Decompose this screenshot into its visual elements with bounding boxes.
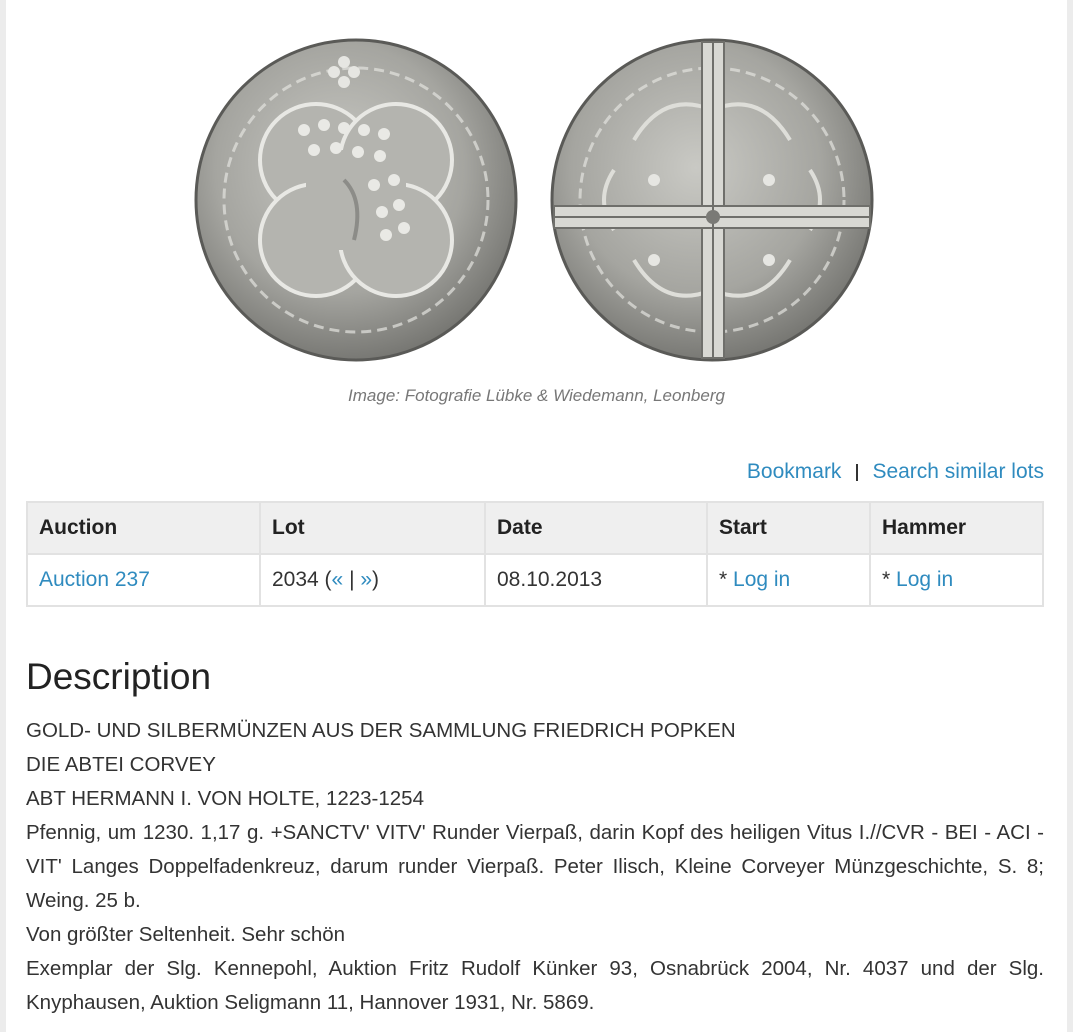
action-divider [856,463,859,481]
hammer-cell: * Log in [869,553,1044,607]
column-header-auction: Auction [26,501,261,555]
coin-obverse [194,38,518,362]
hammer-asterisk: * [882,568,897,591]
coin-reverse [550,38,874,362]
lot-actions: Bookmark Search similar lots [747,460,1044,484]
lot-nav-close: ) [372,568,380,591]
coin-image[interactable] [194,30,874,370]
date-cell: 08.10.2013 [484,553,708,607]
description-line-provenance: Exemplar der Slg. Kennepohl, Auktion Fri… [26,957,1044,1014]
previous-lot-link[interactable]: « [332,568,344,591]
description-line-abbey: DIE ABTEI CORVEY [26,753,216,776]
lot-nav-separator: | [343,568,361,591]
description-line-coin-details: Pfennig, um 1230. 1,17 g. +SANCTV' VITV'… [26,821,1044,912]
description-line-grade: Von größter Seltenheit. Sehr schön [26,923,346,946]
table-row: Auction 237 2034 (« | ») 08.10.2013 * Lo… [26,553,1044,607]
start-asterisk: * [719,568,734,591]
lot-cell: 2034 (« | ») [259,553,486,607]
start-login-link[interactable]: Log in [733,568,790,591]
lot-info-table: Auction Lot Date Start Hammer Auction 23… [26,501,1044,607]
column-header-lot: Lot [259,501,486,555]
start-cell: * Log in [706,553,871,607]
image-caption: Image: Fotografie Lübke & Wiedemann, Leo… [348,386,725,405]
table-header-row: Auction Lot Date Start Hammer [26,501,1044,555]
description-body: GOLD- UND SILBERMÜNZEN AUS DER SAMMLUNG … [26,714,1044,1020]
hammer-login-link[interactable]: Log in [896,568,953,591]
next-lot-link[interactable]: » [360,568,372,591]
bookmark-link[interactable]: Bookmark [747,460,842,484]
lot-number: 2034 [272,568,319,591]
description-heading: Description [26,656,212,697]
column-header-date: Date [484,501,708,555]
description-line-collection: GOLD- UND SILBERMÜNZEN AUS DER SAMMLUNG … [26,719,736,742]
auction-link[interactable]: Auction 237 [39,568,150,591]
column-header-hammer: Hammer [869,501,1044,555]
column-header-start: Start [706,501,871,555]
lot-nav-open: ( [318,568,332,591]
search-similar-lots-link[interactable]: Search similar lots [872,460,1044,484]
description-line-abbot: ABT HERMANN I. VON HOLTE, 1223-1254 [26,787,424,810]
auction-cell: Auction 237 [26,553,261,607]
